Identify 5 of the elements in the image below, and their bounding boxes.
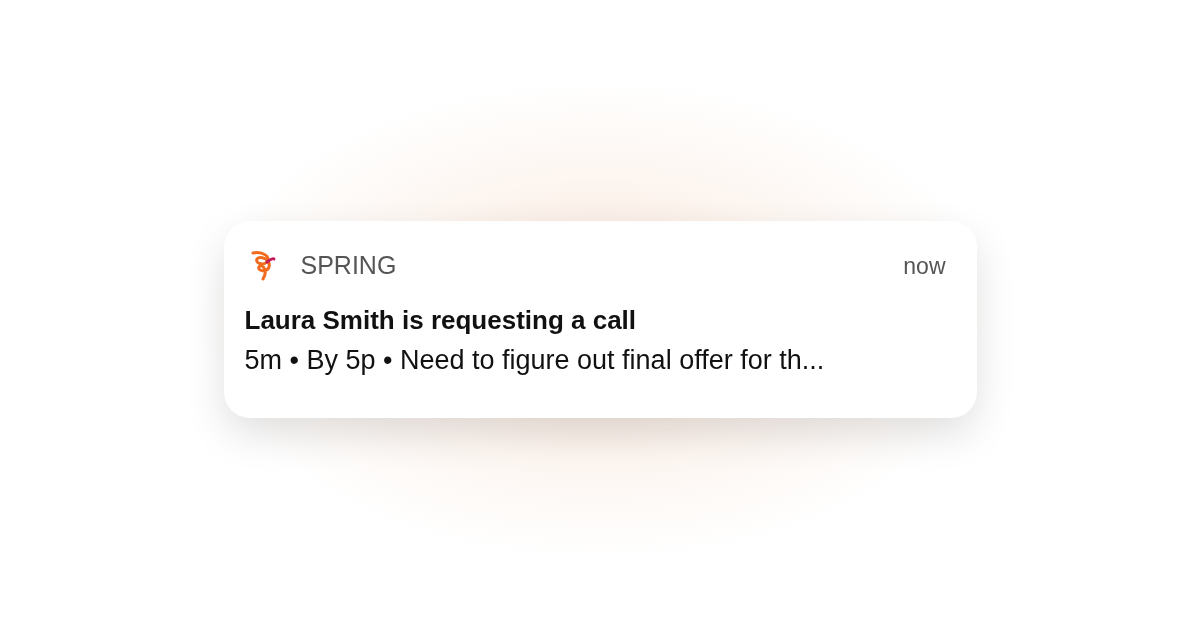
notification-title: Laura Smith is requesting a call	[244, 303, 638, 337]
notification-card[interactable]: SPRING now Laura Smith is requesting a call 5m • By 5p • Need to figure out final offer for th...	[223, 221, 977, 418]
notification-body: 5m • By 5p • Need to figure out final offer for th...	[244, 343, 826, 377]
timestamp: now	[903, 251, 946, 281]
app-name: SPRING	[300, 250, 397, 281]
